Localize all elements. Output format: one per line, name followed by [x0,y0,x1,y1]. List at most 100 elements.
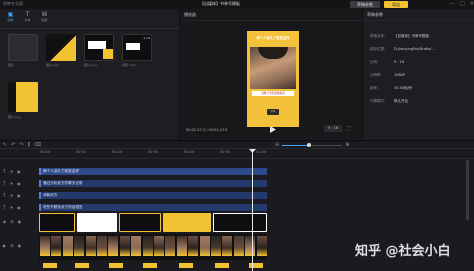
audio-segment[interactable] [43,263,57,268]
video-frame [245,236,256,256]
edit-tools: ↖ ↶ ↷ ⫼ ⌫ [3,142,41,148]
text-icon: T [25,11,30,18]
text-clip[interactable]: 通过分析双方的聊天记录 [39,180,267,187]
sticker-clip[interactable] [213,213,267,232]
tab-media[interactable]: ▣ 媒体 [4,11,17,23]
visibility-icon[interactable]: ◉ [17,193,21,198]
minimize-icon[interactable]: — [450,1,455,7]
video-frame [222,236,233,256]
lock-icon[interactable]: ◔ [10,219,14,224]
param-key: 草稿名称： [370,34,388,38]
text-clip[interactable]: 消耗对方 [39,192,267,199]
draft-params-button[interactable]: 草稿参数 [350,1,380,8]
ruler-mark: 00:00 [40,150,51,154]
visibility-icon[interactable]: ◉ [18,219,22,224]
text-track-icon: T [3,169,6,174]
draft-params-panel: 草稿参数 草稿名称： 【自媒体】书单号模板 保存位置： D:/JianyingPro… [364,9,474,139]
mute-icon[interactable]: ◉ [18,243,22,248]
visibility-icon[interactable]: ◉ [17,205,21,210]
param-row: 分辨率： 1080P [370,73,405,78]
clip-name: 视频.mp4 [122,63,136,67]
lock-icon[interactable]: ◔ [10,243,14,248]
video-frame [51,236,62,256]
clip-name: 图片.png [8,115,21,119]
visibility-icon[interactable]: ◉ [17,169,21,174]
video-track-icon: ▶ [3,243,7,248]
clip-name: 图片 [8,63,15,67]
tab-text[interactable]: T 文本 [21,11,34,23]
window-controls: — □ ✕ [450,1,474,7]
lock-icon[interactable]: ◔ [9,193,13,198]
audio-segment[interactable] [215,263,229,268]
text-clip[interactable]: 说些不顾及对方的话语言 [39,204,267,211]
sticker-clip[interactable] [119,213,161,232]
redo-icon[interactable]: ↷ [19,142,23,148]
playhead[interactable] [252,149,253,271]
zoom-out-icon[interactable]: ⊖ [275,142,279,148]
timeline-zoom: ⊖ ⊕ [275,142,349,148]
sticker-clip[interactable] [77,213,117,232]
tab-sticker[interactable]: ⌘ 贴纸 [38,11,51,23]
clip-thumbnail [84,34,114,61]
audio-segment[interactable] [75,263,89,268]
video-frame [62,236,73,256]
video-frame [154,236,164,256]
clip-duration: 1:14 [143,36,150,40]
video-frame [40,236,50,256]
sticker-track-icon: ◈ [3,219,7,224]
param-row: 比例： 9 : 16 [370,60,404,65]
text-clip-label: 消耗对方 [43,193,58,197]
audio-segment[interactable] [143,263,157,268]
clip-thumbnail: 1:14 [122,34,152,61]
clip-name: 图片.png [46,63,59,67]
divider [181,20,363,21]
clip-thumbnail [8,82,38,112]
play-icon[interactable] [270,126,276,133]
text-clip-label: 说些不顾及对方的话语言 [43,205,83,209]
video-frame [131,236,142,256]
lock-icon[interactable]: ◔ [9,205,13,210]
undo-icon[interactable]: ↶ [11,142,15,148]
media-panel: ▣ 媒体 T 文本 ⌘ 贴纸 图片 图片.png 图片.png 1:14 视频.… [0,9,180,139]
zoom-knob[interactable] [307,142,312,147]
maximize-icon[interactable]: □ [460,1,465,7]
video-frame [256,236,267,256]
app-window: 剪映专业版 【自媒体】书单号模板 草稿参数 导出 — □ ✕ ▣ 媒体 T 文本… [0,0,474,271]
param-value: 默认开启 [394,99,408,103]
text-clip[interactable]: 两个人谈久了就变这样 [39,168,267,175]
timeline-toolbar: ↖ ↶ ↷ ⫼ ⌫ ⊖ ⊕ [0,140,474,149]
video-frame [85,236,96,256]
visibility-icon[interactable]: ◉ [17,181,21,186]
timeline-ruler[interactable]: 00:00 00:10 00:20 00:30 00:40 00:50 01:0… [0,149,474,159]
zoom-in-icon[interactable]: ⊕ [345,142,349,148]
close-icon[interactable]: ✕ [470,1,474,7]
timeline-scrollbar[interactable] [466,160,469,220]
audio-track[interactable] [39,261,267,270]
split-icon[interactable]: ⫼ [28,142,30,148]
ruler-mark: 00:20 [112,150,123,154]
export-button[interactable]: 导出 [384,1,408,8]
lock-icon[interactable]: ◔ [9,169,13,174]
lock-icon[interactable]: ◔ [9,181,13,186]
audio-segment[interactable] [179,263,193,268]
select-tool-icon[interactable]: ↖ [3,142,7,148]
zoom-slider[interactable] [282,142,343,147]
audio-segment[interactable] [109,263,123,268]
video-frame [74,236,85,256]
sticker-clip[interactable] [39,213,75,232]
preview-image [250,47,296,89]
param-key: 帧率： [370,86,381,90]
video-preview[interactable]: 两个人谈久了就变这样 请收下这份爱情指南 书单 [247,31,299,127]
tab-label: 贴纸 [41,18,48,22]
delete-icon[interactable]: ⌫ [34,142,41,148]
media-icon: ▣ [7,11,14,18]
aspect-ratio-select[interactable]: 9 : 16 [324,125,342,132]
video-frame [211,236,221,256]
param-value: D:/JianyingPro/Drafts/... [394,47,435,51]
video-track[interactable] [39,234,267,260]
text-track-icon: T [3,181,6,186]
divider [0,28,180,29]
fullscreen-icon[interactable]: ⛶ [347,126,351,132]
title-bar: 剪映专业版 【自媒体】书单号模板 草稿参数 导出 — □ ✕ [0,0,474,9]
sticker-clip[interactable] [163,213,211,232]
